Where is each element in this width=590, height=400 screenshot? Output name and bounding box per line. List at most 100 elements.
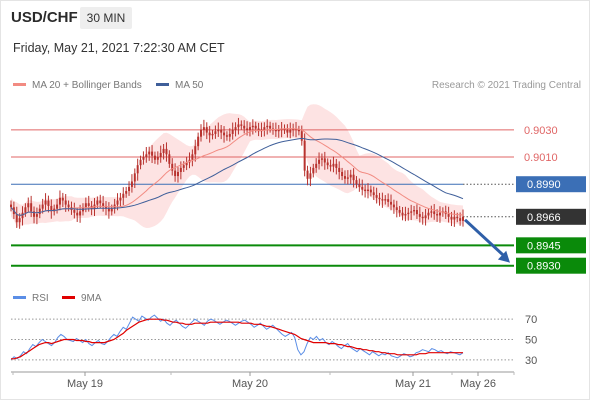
candle-body <box>326 162 329 166</box>
candle-body <box>217 129 220 132</box>
candle-body <box>254 125 257 129</box>
candle-body <box>286 129 289 133</box>
candle-body <box>366 189 369 191</box>
candle-body <box>404 214 407 216</box>
candle-body <box>15 214 18 223</box>
candle-body <box>151 151 154 156</box>
candle-body <box>352 174 355 181</box>
level-label-0.8930: 0.8930 <box>527 261 561 273</box>
candle-body <box>41 204 44 209</box>
candle-body <box>390 201 393 205</box>
candle-body <box>102 203 105 206</box>
candle-body <box>64 200 67 205</box>
x-tick-label: May 20 <box>232 378 268 390</box>
candle-body <box>208 132 211 136</box>
candle-body <box>418 214 421 217</box>
candle-body <box>306 170 309 179</box>
candle-body <box>395 207 398 211</box>
candle-body <box>110 208 113 212</box>
candle-body <box>329 165 332 167</box>
candle-body <box>214 131 217 134</box>
candle-body <box>174 170 177 177</box>
candle-body <box>309 173 312 179</box>
candle-body <box>243 125 246 129</box>
candle-body <box>237 124 240 128</box>
candle-body <box>318 159 321 164</box>
candle-body <box>456 216 459 219</box>
candle-body <box>202 127 205 130</box>
candle-body <box>191 154 194 160</box>
candle-body <box>122 193 125 198</box>
candle-body <box>297 129 300 132</box>
candle-body <box>67 204 70 208</box>
candle-body <box>332 163 335 167</box>
candle-body <box>450 216 453 220</box>
candle-body <box>18 218 21 223</box>
candle-body <box>27 203 30 208</box>
candle-body <box>176 171 179 177</box>
candle-body <box>231 129 234 134</box>
candle-body <box>355 180 358 185</box>
candle-body <box>99 200 102 204</box>
candle-body <box>61 197 64 201</box>
candle-body <box>38 208 41 215</box>
candle-body <box>10 204 12 208</box>
candle-body <box>125 191 128 194</box>
candle-body <box>24 207 27 213</box>
candle-body <box>107 208 110 212</box>
candle-body <box>303 140 306 171</box>
candle-body <box>269 125 272 129</box>
candle-body <box>375 195 378 198</box>
candle-body <box>436 214 439 216</box>
candle-body <box>459 218 462 221</box>
candle-body <box>372 192 375 196</box>
candle-body <box>35 214 38 217</box>
candle-body <box>58 197 61 205</box>
candle-body <box>289 129 292 133</box>
candle-body <box>300 131 303 141</box>
candle-body <box>136 165 139 174</box>
candle-body <box>119 197 122 201</box>
candle-body <box>343 176 346 179</box>
candle-body <box>44 200 47 205</box>
candle-body <box>364 189 367 191</box>
candle-body <box>197 136 200 147</box>
candle-body <box>401 212 404 216</box>
candle-body <box>433 211 436 215</box>
candle-body <box>251 125 254 128</box>
price-chart: 0.9030 0.9010 0.8990 0.8966 0.8945 0.8930 70 50… <box>10 104 586 390</box>
rsi-tick-label: 30 <box>525 355 537 367</box>
candle-body <box>462 216 464 221</box>
rsi-tick-label: 50 <box>525 335 537 347</box>
candle-body <box>234 127 237 130</box>
candle-body <box>153 155 156 160</box>
candle-body <box>453 216 456 220</box>
candle-body <box>159 152 162 158</box>
candle-body <box>410 211 413 213</box>
x-tick-label: May 19 <box>67 378 103 390</box>
candle-body <box>378 197 381 200</box>
candle-body <box>84 203 87 208</box>
candle-body <box>277 129 280 132</box>
candle-body <box>240 124 243 126</box>
candle-body <box>263 127 266 130</box>
candle-body <box>358 184 361 187</box>
candle-body <box>220 129 223 133</box>
candle-body <box>79 211 82 216</box>
candle-body <box>142 157 145 160</box>
candle-body <box>139 159 142 166</box>
candle-body <box>96 200 99 205</box>
candle-body <box>225 135 228 137</box>
x-tick-label: May 21 <box>395 378 431 390</box>
candle-body <box>145 154 148 158</box>
candle-body <box>228 133 231 137</box>
candle-body <box>349 174 352 178</box>
forecast-arrow-line <box>463 218 508 259</box>
candle-body <box>392 204 395 208</box>
candle-body <box>156 157 159 160</box>
candle-body <box>312 167 315 174</box>
level-label-0.8966: 0.8966 <box>527 212 561 224</box>
candle-body <box>223 132 226 136</box>
x-tick-label: May 26 <box>460 378 496 390</box>
candle-body <box>413 210 416 212</box>
